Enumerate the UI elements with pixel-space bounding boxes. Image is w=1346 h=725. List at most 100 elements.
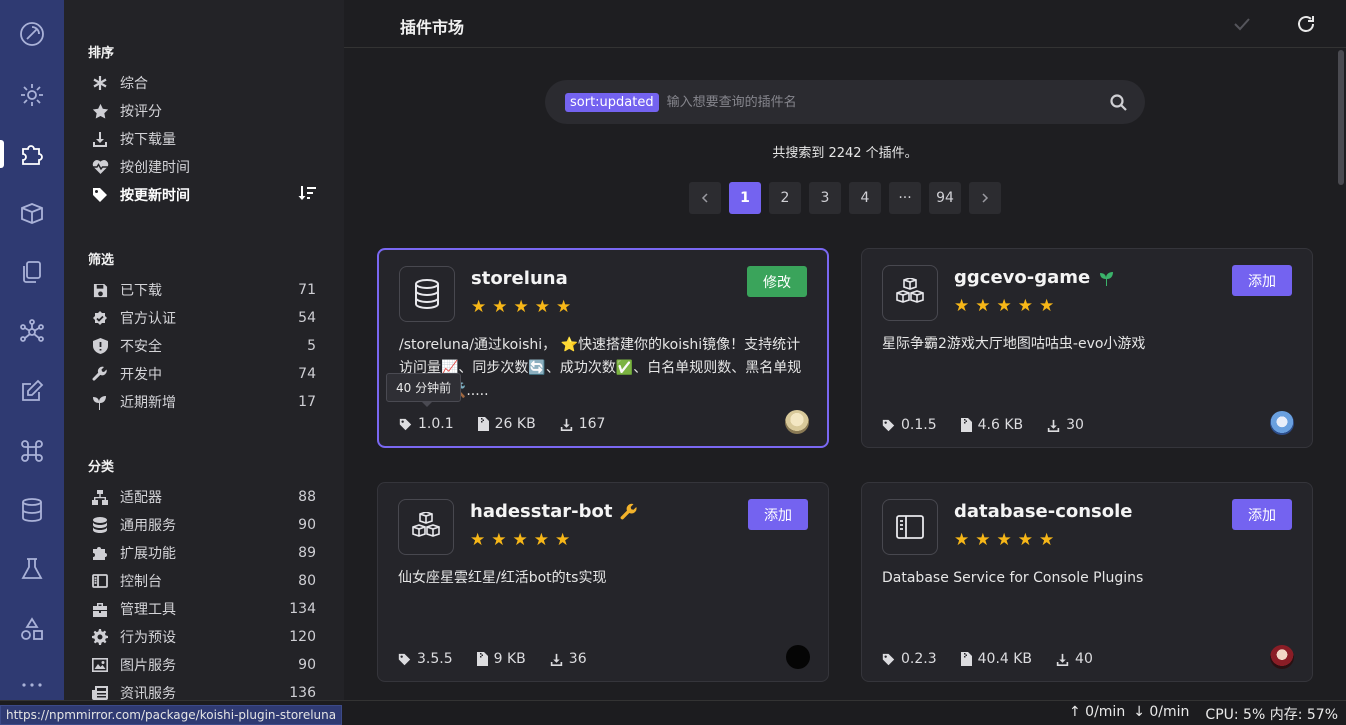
downloads-text: 36: [568, 651, 587, 667]
filter-item-count: 74: [298, 366, 316, 382]
author-avatar[interactable]: [785, 410, 809, 434]
downloads-meta: 36: [550, 651, 587, 667]
result-count: 共搜索到 2242 个插件。: [772, 146, 918, 161]
category-item-service[interactable]: 通用服务 90: [90, 511, 316, 539]
sort-descending-icon[interactable]: [298, 185, 316, 205]
download-icon: [560, 418, 573, 431]
check-icon[interactable]: [1230, 12, 1254, 36]
edit-button[interactable]: 修改: [747, 266, 807, 297]
category-item-console[interactable]: 控制台 80: [90, 567, 316, 595]
star-icon: ★: [1017, 296, 1033, 316]
search-input[interactable]: [666, 94, 1110, 110]
category-item-news[interactable]: 资讯服务 136: [90, 679, 316, 700]
seedling-icon: [1098, 270, 1116, 286]
sort-item-downloads[interactable]: 按下载量: [90, 125, 316, 153]
command-icon[interactable]: [16, 435, 48, 467]
page-button[interactable]: 3: [809, 182, 841, 214]
category-item-image[interactable]: 图片服务 90: [90, 651, 316, 679]
shapes-icon[interactable]: [16, 613, 48, 645]
asterisk-icon: [90, 73, 110, 93]
category-item-label: 控制台: [120, 574, 162, 590]
plugin-puzzle-icon[interactable]: [16, 138, 48, 170]
file-zip-icon: [960, 418, 972, 432]
cog-icon: [90, 627, 110, 647]
image-icon: [90, 655, 110, 675]
filter-item-installed[interactable]: 已下载 71: [90, 276, 316, 304]
add-button[interactable]: 添加: [748, 499, 808, 530]
wrench-icon: [90, 364, 110, 384]
filter-item-label: 不安全: [120, 339, 162, 355]
author-avatar[interactable]: [1270, 411, 1294, 435]
package-box-icon[interactable]: [16, 197, 48, 229]
author-avatar[interactable]: [1270, 645, 1294, 669]
filter-item-verified[interactable]: 官方认证 54: [90, 304, 316, 332]
filter-item-recent[interactable]: 近期新增 17: [90, 388, 316, 416]
sort-item-created[interactable]: 按创建时间: [90, 153, 316, 181]
sort-item-rating[interactable]: 按评分: [90, 97, 316, 125]
star-icon: ★: [1017, 530, 1033, 550]
plugin-card[interactable]: storeluna ★ ★ ★ ★ ★ 修改 /storeluna/通过koishi， …: [377, 248, 829, 448]
sort-item-comprehensive[interactable]: 综合: [90, 69, 316, 97]
star-icon: ★: [471, 297, 487, 317]
category-item-manage[interactable]: 管理工具 134: [90, 595, 316, 623]
flask-icon[interactable]: [16, 553, 48, 585]
author-avatar[interactable]: [786, 645, 810, 669]
plugin-name[interactable]: hadesstar-bot: [470, 501, 638, 522]
category-item-label: 行为预设: [120, 630, 176, 646]
dashboard-icon[interactable]: [16, 18, 48, 50]
settings-icon[interactable]: [16, 79, 48, 111]
page-button[interactable]: 2: [769, 182, 801, 214]
wrench-icon: [620, 503, 638, 521]
add-button[interactable]: 添加: [1232, 499, 1292, 530]
search-icon[interactable]: [1110, 93, 1127, 111]
star-icon: ★: [556, 297, 572, 317]
plugin-card[interactable]: hadesstar-bot ★ ★ ★ ★ ★ 添加 仙女座星雲红星/红活bot的ts实…: [377, 482, 829, 682]
database-icon[interactable]: [16, 494, 48, 526]
category-item-adapter[interactable]: 适配器 88: [90, 483, 316, 511]
more-dots-icon[interactable]: [16, 675, 48, 695]
category-item-count: 90: [298, 517, 316, 533]
resource-usage: CPU: 5% 内存: 57%: [1205, 707, 1338, 723]
add-button[interactable]: 添加: [1232, 265, 1292, 296]
pagination: 1 2 3 4 ··· 94: [689, 182, 1001, 214]
tag-icon: [90, 185, 110, 205]
plugin-name[interactable]: storeluna: [471, 268, 568, 289]
downloads-text: 30: [1066, 417, 1084, 433]
page-ellipsis-button[interactable]: ···: [889, 182, 921, 214]
upload-rate: ↑ 0/min: [1068, 704, 1126, 720]
files-icon[interactable]: [16, 256, 48, 288]
plugin-card[interactable]: ggcevo-game ★ ★ ★ ★ ★ 添加 星际争霸2游戏大厅地图咕咕虫-evo小…: [861, 248, 1313, 448]
sort-filter-chip[interactable]: sort:updated: [565, 92, 659, 112]
refresh-icon[interactable]: [1294, 12, 1318, 36]
size-meta: 4.6 KB: [960, 417, 1023, 433]
edit-icon[interactable]: [16, 375, 48, 407]
activity-rail: [0, 0, 64, 725]
plugin-card[interactable]: database-console ★ ★ ★ ★ ★ 添加 Database Servi…: [861, 482, 1313, 682]
category-item-extension[interactable]: 扩展功能 89: [90, 539, 316, 567]
filter-item-count: 54: [298, 310, 316, 326]
search-bar[interactable]: sort:updated: [545, 80, 1145, 124]
plugin-name[interactable]: ggcevo-game: [954, 267, 1116, 288]
scrollbar-thumb[interactable]: [1338, 50, 1344, 185]
rating-stars: ★ ★ ★ ★ ★: [470, 531, 570, 549]
category-item-count: 90: [298, 657, 316, 673]
star-icon: ★: [954, 296, 970, 316]
download-icon: [1047, 419, 1060, 432]
sort-item-updated[interactable]: 按更新时间: [90, 181, 316, 209]
filter-item-in-development[interactable]: 开发中 74: [90, 360, 316, 388]
filter-item-insecure[interactable]: 不安全 5: [90, 332, 316, 360]
page-button[interactable]: 1: [729, 182, 761, 214]
downloads-meta: 167: [560, 416, 605, 432]
graph-nodes-icon[interactable]: [16, 316, 48, 348]
next-page-button[interactable]: [969, 182, 1001, 214]
star-icon: ★: [954, 530, 970, 550]
prev-page-button[interactable]: [689, 182, 721, 214]
star-icon: [90, 101, 110, 121]
cubes-logo-icon: [882, 265, 938, 321]
category-item-preset[interactable]: 行为预设 120: [90, 623, 316, 651]
newspaper-icon: [90, 683, 110, 700]
tag-icon: [399, 418, 412, 431]
plugin-name[interactable]: database-console: [954, 501, 1133, 522]
page-button[interactable]: 94: [929, 182, 961, 214]
page-button[interactable]: 4: [849, 182, 881, 214]
